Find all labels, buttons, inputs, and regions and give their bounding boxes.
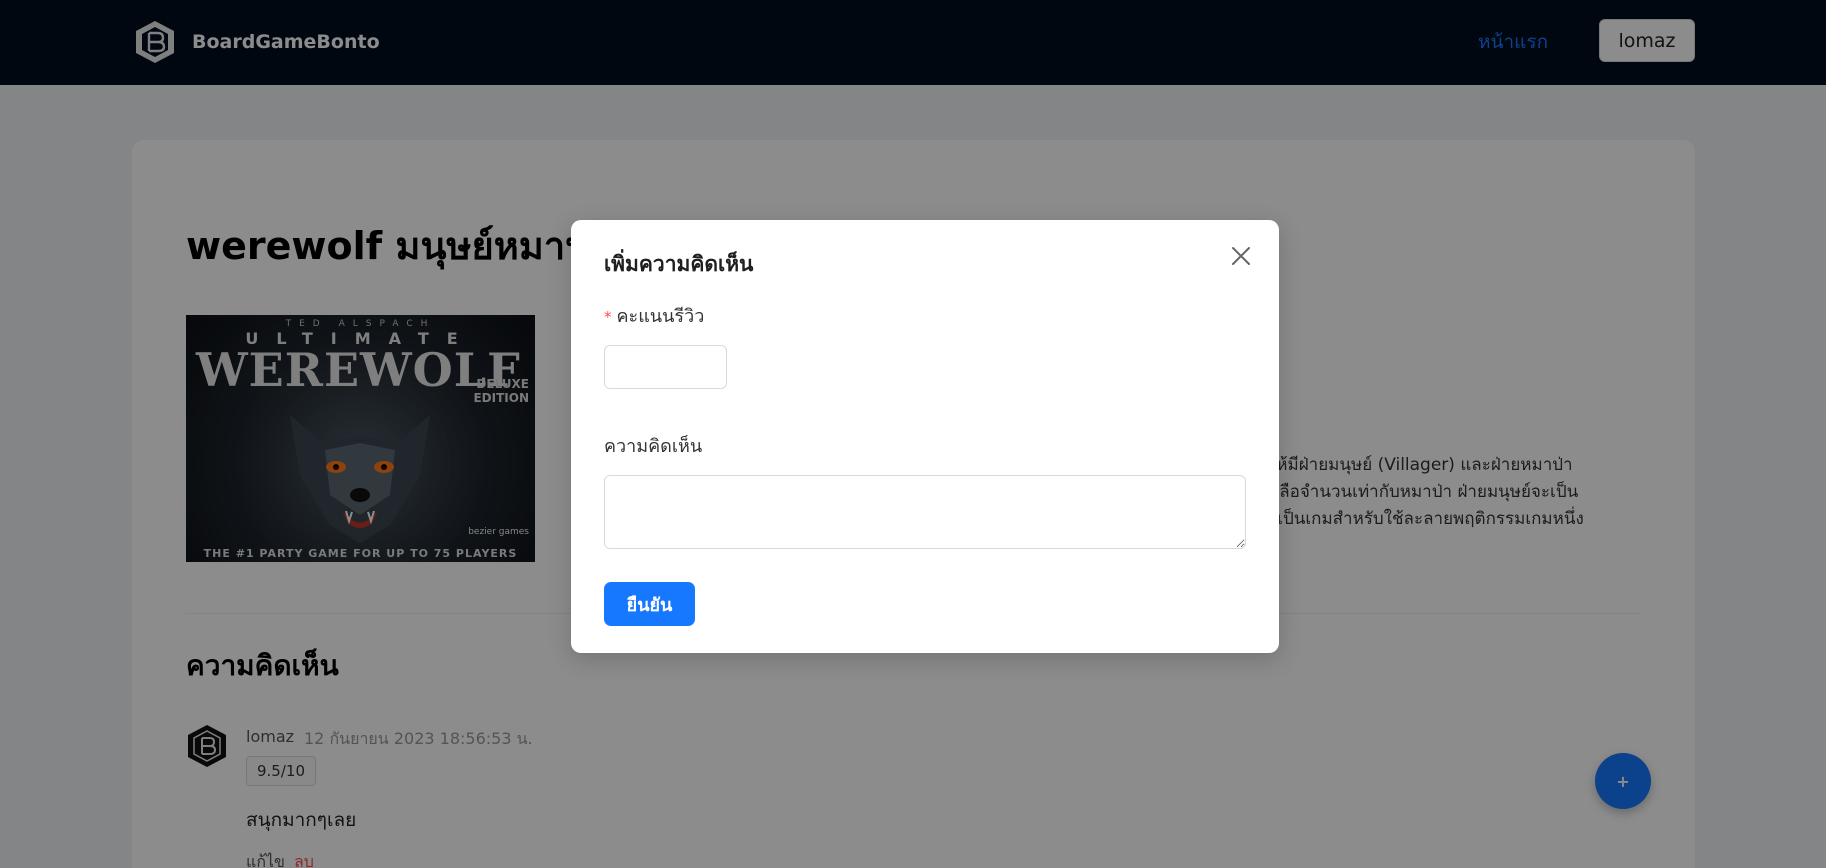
add-comment-modal: เพิ่มความคิดเห็น * คะแนนรีวิว ความคิดเห็น… <box>571 220 1279 653</box>
review-score-input[interactable] <box>604 345 727 389</box>
comment-textarea[interactable] <box>604 475 1246 549</box>
score-field-label: * คะแนนรีวิว <box>604 306 705 327</box>
close-icon[interactable] <box>1227 242 1255 270</box>
modal-title: เพิ่มความคิดเห็น <box>604 252 754 276</box>
confirm-button[interactable]: ยืนยัน <box>604 582 695 626</box>
comment-field-label: ความคิดเห็น <box>604 436 703 457</box>
required-mark: * <box>604 308 612 326</box>
